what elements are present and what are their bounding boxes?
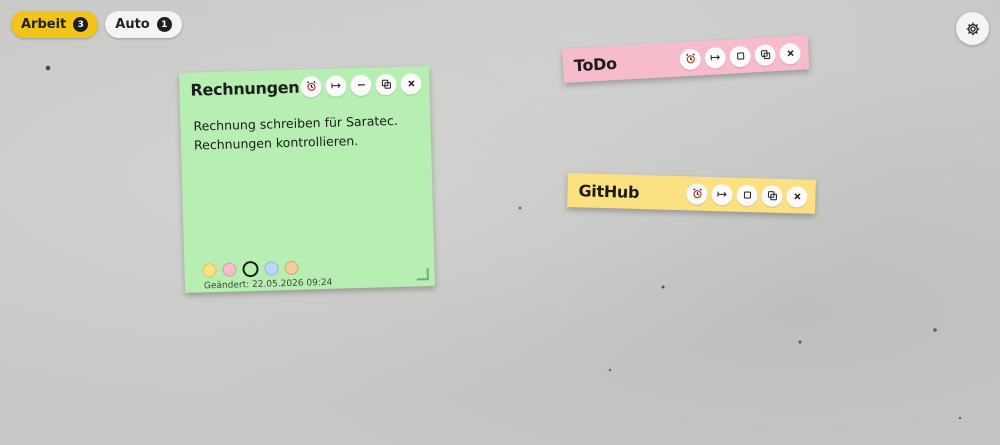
note-title[interactable]: Rechnungen — [190, 77, 299, 99]
note-header[interactable]: ToDo — [562, 35, 810, 83]
close-button[interactable] — [400, 72, 422, 95]
stretch-button[interactable] — [704, 46, 727, 69]
note-toolbar — [686, 182, 808, 208]
arrow-right-bar-icon — [716, 191, 727, 197]
alarm-button[interactable] — [300, 75, 322, 98]
swatch-blue[interactable] — [264, 261, 279, 276]
note-title[interactable]: ToDo — [573, 53, 617, 74]
note-toolbar — [679, 42, 802, 70]
duplicate-button[interactable] — [375, 73, 397, 96]
note-todo[interactable]: ToDo — [562, 35, 810, 83]
note-title[interactable]: GitHub — [578, 181, 639, 202]
note-toolbar — [300, 72, 422, 98]
swatch-green[interactable] — [242, 260, 259, 278]
alarm-clock-icon — [692, 188, 702, 199]
square-icon — [743, 191, 751, 199]
last-changed-timestamp: Geändert: 22.05.2026 09:24 — [203, 277, 333, 292]
swatch-orange[interactable] — [284, 260, 299, 276]
stretch-button[interactable] — [325, 74, 347, 97]
note-rechnungen[interactable]: Rechnungen Rechnung schreiben für Sarate… — [179, 66, 436, 293]
board-tabs: Arbeit 3 Auto 1 — [11, 11, 182, 38]
swatch-pink[interactable] — [222, 262, 237, 277]
alarm-button[interactable] — [679, 47, 702, 70]
tab-count-badge: 1 — [156, 17, 172, 32]
expand-button[interactable] — [736, 184, 758, 206]
settings-button[interactable] — [956, 12, 989, 45]
alarm-button[interactable] — [686, 182, 708, 205]
close-button[interactable] — [786, 185, 808, 208]
close-icon — [786, 50, 794, 57]
arrow-right-bar-icon — [330, 83, 341, 89]
copy-icon — [381, 79, 391, 89]
swatch-yellow[interactable] — [202, 263, 217, 278]
close-button[interactable] — [779, 42, 802, 65]
minus-icon — [357, 84, 365, 86]
duplicate-button[interactable] — [761, 184, 783, 207]
square-icon — [736, 52, 744, 60]
note-content[interactable]: Rechnung schreiben für Saratec. Rechnung… — [180, 100, 432, 165]
tab-count-badge: 3 — [73, 17, 89, 32]
gear-icon — [966, 22, 979, 35]
expand-button[interactable] — [729, 44, 752, 68]
close-icon — [407, 80, 414, 87]
note-header[interactable]: GitHub — [567, 173, 816, 214]
duplicate-button[interactable] — [754, 43, 777, 66]
resize-handle[interactable] — [416, 268, 429, 281]
copy-icon — [760, 50, 770, 60]
stretch-button[interactable] — [711, 183, 733, 206]
alarm-clock-icon — [685, 53, 695, 64]
tab-arbeit[interactable]: Arbeit 3 — [11, 11, 99, 38]
tab-label: Auto — [115, 17, 150, 32]
tab-label: Arbeit — [21, 17, 67, 32]
arrow-right-bar-icon — [710, 55, 720, 61]
note-github[interactable]: GitHub — [567, 173, 816, 214]
minimize-button[interactable] — [350, 74, 372, 96]
alarm-clock-icon — [306, 81, 316, 91]
close-icon — [793, 193, 801, 200]
color-swatches — [202, 260, 299, 279]
tab-auto[interactable]: Auto 1 — [105, 11, 182, 38]
copy-icon — [767, 191, 777, 201]
